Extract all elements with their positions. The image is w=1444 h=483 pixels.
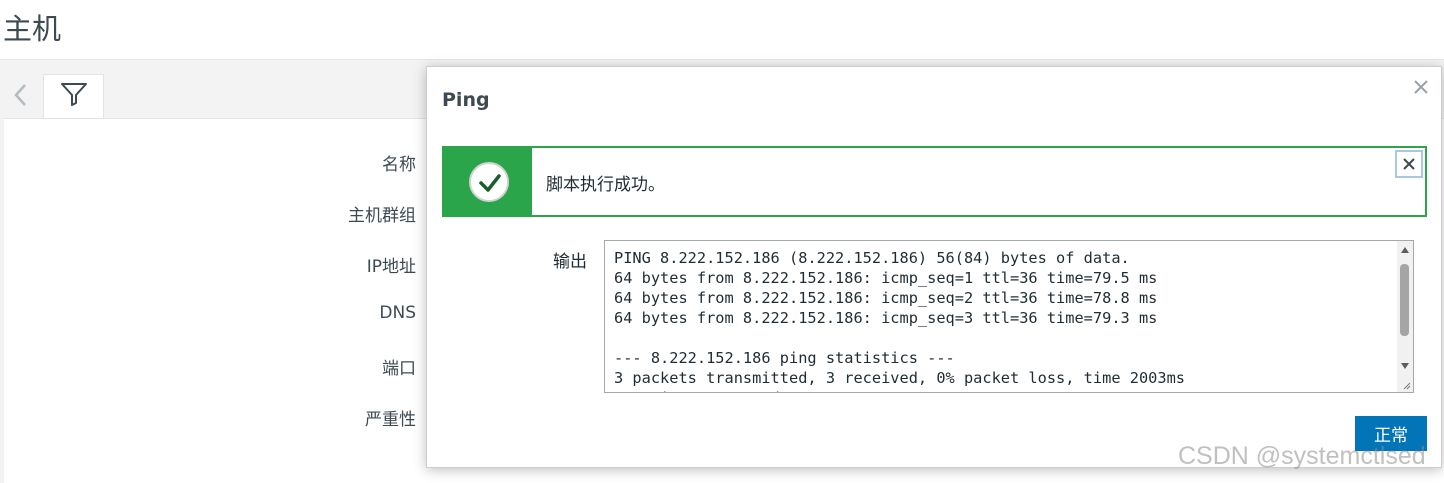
dialog-title: Ping — [442, 89, 490, 111]
tab-filter[interactable] — [43, 74, 104, 120]
filter-label-name: 名称 — [382, 155, 416, 175]
close-icon — [1403, 158, 1415, 170]
scroll-thumb[interactable] — [1400, 264, 1409, 336]
page-title: 主机 — [3, 12, 62, 46]
watermark: CSDN @systemctlsed — [1178, 442, 1426, 470]
output-label: 输出 — [553, 252, 587, 272]
output-text: PING 8.222.152.186 (8.222.152.186) 56(84… — [614, 249, 1185, 392]
message-close-button[interactable] — [1395, 150, 1423, 178]
close-icon[interactable] — [1411, 77, 1431, 97]
filter-label-severity: 严重性 — [365, 410, 416, 430]
filter-label-port: 端口 — [382, 359, 416, 379]
scroll-down-icon[interactable] — [1401, 363, 1409, 369]
page-header: 主机 — [0, 0, 1444, 60]
filter-label-dns: DNS — [379, 303, 416, 323]
chevron-left-icon[interactable] — [11, 82, 31, 108]
scroll-up-icon[interactable] — [1401, 247, 1409, 253]
resize-grip-icon[interactable] — [1402, 381, 1411, 390]
filter-icon — [61, 83, 87, 106]
checkmark-icon — [469, 162, 509, 202]
filter-label-ip: IP地址 — [366, 257, 416, 277]
success-message: 脚本执行成功。 — [442, 146, 1427, 217]
output-textarea[interactable]: PING 8.222.152.186 (8.222.152.186) 56(84… — [604, 240, 1414, 393]
filter-label-host-group: 主机群组 — [348, 206, 416, 226]
output-scrollbar[interactable] — [1397, 241, 1413, 392]
success-icon-area — [444, 148, 532, 215]
success-message-text: 脚本执行成功。 — [546, 175, 665, 195]
ping-dialog: Ping 脚本执行成功。 输出 PING 8.222.152.186 (8.22… — [426, 66, 1442, 468]
